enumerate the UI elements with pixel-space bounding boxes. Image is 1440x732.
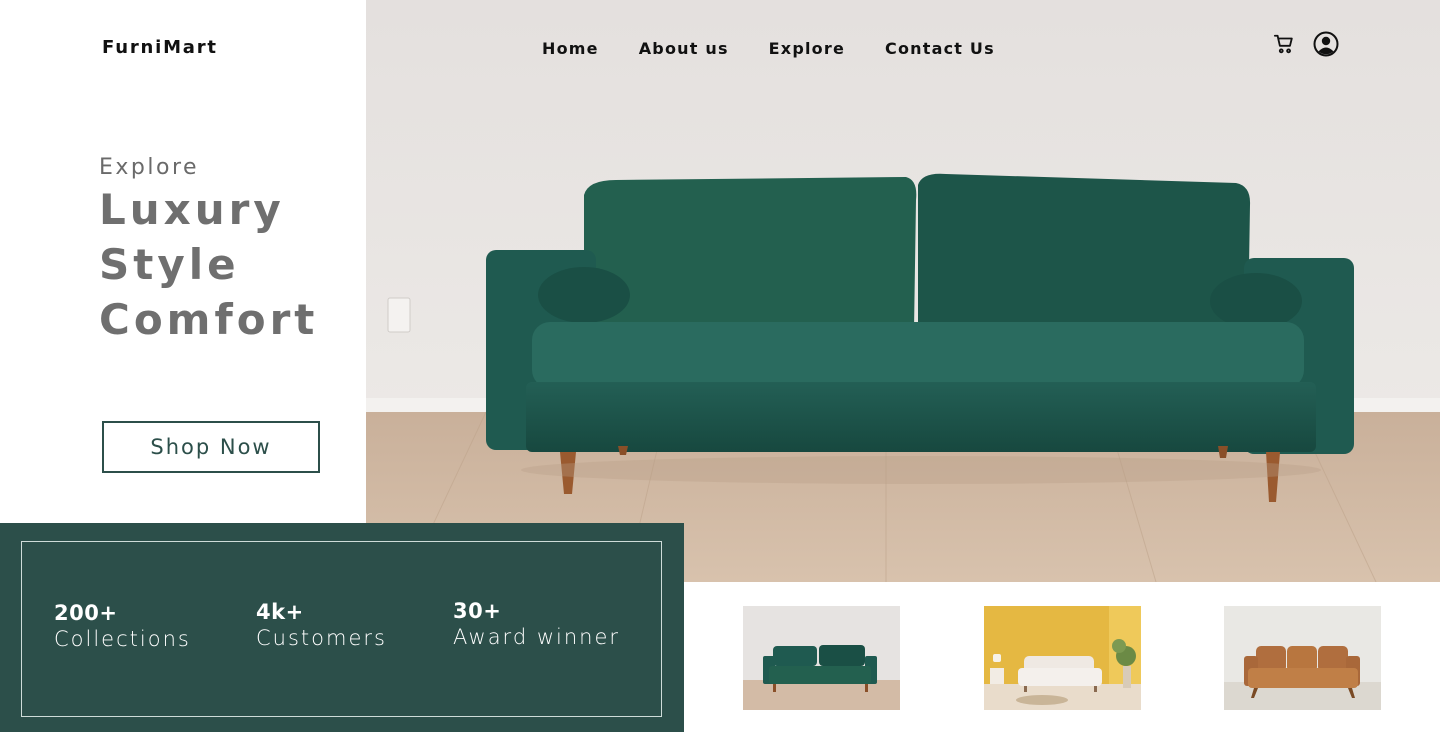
stat-value: 4k+ xyxy=(256,600,304,624)
shop-now-button[interactable]: Shop Now xyxy=(102,421,320,473)
main-nav: Home About us Explore Contact Us xyxy=(542,39,995,58)
stats-panel: 200+ Collections 4k+ Customers 30+ Award… xyxy=(0,523,684,732)
stat-value: 30+ xyxy=(453,599,502,623)
user-icon[interactable] xyxy=(1312,30,1340,58)
stat-value: 200+ xyxy=(54,601,118,625)
nav-about-us[interactable]: About us xyxy=(639,39,729,58)
hero-eyebrow: Explore xyxy=(99,155,200,180)
headline-line-3: Comfort xyxy=(99,295,319,344)
cart-icon[interactable] xyxy=(1270,30,1298,58)
nav-explore[interactable]: Explore xyxy=(769,39,845,58)
hero-headline: Luxury Style Comfort xyxy=(99,182,318,347)
thumbnail-green-sofa[interactable] xyxy=(743,606,900,710)
headline-line-1: Luxury xyxy=(99,185,285,234)
stat-customers: 4k+ Customers xyxy=(256,600,387,650)
hero-image xyxy=(366,0,1440,582)
stat-label: Customers xyxy=(256,626,387,650)
brand-logo[interactable]: FurniMart xyxy=(102,37,218,58)
headline-line-2: Style xyxy=(99,240,240,289)
nav-contact-us[interactable]: Contact Us xyxy=(885,39,995,58)
nav-home[interactable]: Home xyxy=(542,39,599,58)
stat-awards: 30+ Award winner xyxy=(453,599,620,649)
stat-label: Award winner xyxy=(453,625,621,649)
stat-label: Collections xyxy=(54,627,191,651)
thumbnail-white-sofa[interactable] xyxy=(984,606,1141,710)
stat-collections: 200+ Collections xyxy=(54,601,191,651)
thumbnail-leather-sofa[interactable] xyxy=(1224,606,1381,710)
